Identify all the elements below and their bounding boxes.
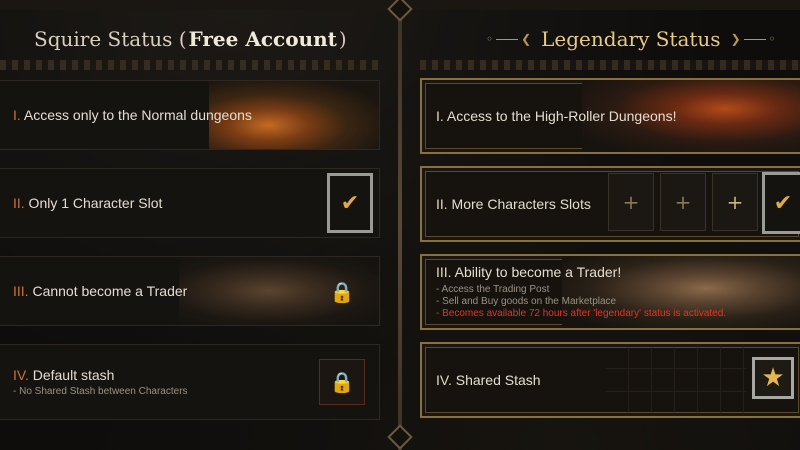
row-sub-text-2: - Sell and Buy goods on the Marketplace [436,296,617,307]
squire-row-dungeons: I. Access only to the Normal dungeons [0,80,380,150]
row-numeral: III. [436,264,452,280]
row-label: Access only to the Normal dungeons [20,107,252,123]
row-numeral: III. [13,283,29,299]
legendary-row-character-slots: II. More Characters Slots + + + ✔ [420,166,800,242]
title-ornament-right-icon: ❯ ◦ [730,32,776,46]
row-numeral: II. [13,195,25,211]
character-slot-empty-2[interactable]: + [660,173,706,231]
character-slot-empty-3[interactable]: + [712,173,758,231]
lock-icon: 🔒 [329,280,355,304]
squire-row-2-text: II. Only 1 Character Slot [0,195,162,211]
squire-title-strong: Free Account [188,27,337,51]
row-label: Access to the High-Roller Dungeons! [443,108,677,124]
star-icon: ★ [761,363,785,393]
legendary-row-dungeons: I. Access to the High-Roller Dungeons! [420,78,800,154]
legendary-title-text: Legendary Status [541,27,721,51]
squire-status-title: Squire Status ( Free Account ) [34,22,347,56]
squire-row-3-text: III. Cannot become a Trader [0,283,187,299]
row-label: Ability to become a Trader! [451,264,622,280]
legendary-row-trader: III. Ability to become a Trader! - Acces… [420,254,800,330]
legendary-status-title: ◦ ❮ Legendary Status ❯ ◦ [486,22,776,56]
row-sub-text: - No Shared Stash between Characters [13,386,188,397]
squire-row-4-text: IV. Default stash - No Shared Stash betw… [0,367,188,397]
title-ornament-left-icon: ◦ ❮ [486,32,532,46]
row-sub-text-1: - Access the Trading Post [436,284,550,295]
squire-row-stash: IV. Default stash - No Shared Stash betw… [0,344,380,420]
character-slot-empty-1[interactable]: + [608,173,654,231]
row-numeral: I. [13,107,21,123]
left-border-pattern [0,60,380,70]
shared-stash-star-button[interactable]: ★ [752,357,794,399]
row-numeral: II. [436,196,448,212]
plus-icon: + [674,190,692,214]
squire-title-suffix: ) [338,27,347,51]
legendary-row-2-text: II. More Characters Slots [422,196,591,212]
row-label: Only 1 Character Slot [24,195,163,211]
row-numeral: IV. [436,372,452,388]
character-slot-checked[interactable]: ✔ [327,173,373,233]
stash-lock-icon: 🔒 [319,359,365,405]
squire-row-character-slot: II. Only 1 Character Slot ✔ [0,168,380,238]
plus-icon: + [726,190,744,214]
row-label: Default stash [28,367,115,383]
stash-grid-artwork [606,346,746,414]
check-icon: ✔ [773,190,793,216]
column-divider [398,0,402,450]
legendary-row-1-text: I. Access to the High-Roller Dungeons! [422,108,676,124]
row-label: More Characters Slots [447,196,591,212]
row-numeral: I. [436,108,444,124]
right-border-pattern [420,60,800,70]
check-icon: ✔ [340,190,360,216]
plus-icon: + [622,190,640,214]
legendary-row-3-text: III. Ability to become a Trader! - Acces… [422,256,726,319]
squire-title-prefix: Squire Status ( [34,27,187,51]
row-label: Shared Stash [451,372,541,388]
character-slot-checked[interactable]: ✔ [762,172,800,234]
squire-row-trader: III. Cannot become a Trader 🔒 [0,256,380,326]
squire-row-1-text: I. Access only to the Normal dungeons [0,107,252,123]
row-numeral: IV. [13,367,29,383]
legendary-row-shared-stash: IV. Shared Stash ★ [420,342,800,418]
row-label: Cannot become a Trader [28,283,188,299]
row-sub-warning: - Becomes available 72 hours after 'lege… [436,308,727,319]
legendary-row-4-text: IV. Shared Stash [422,372,541,388]
